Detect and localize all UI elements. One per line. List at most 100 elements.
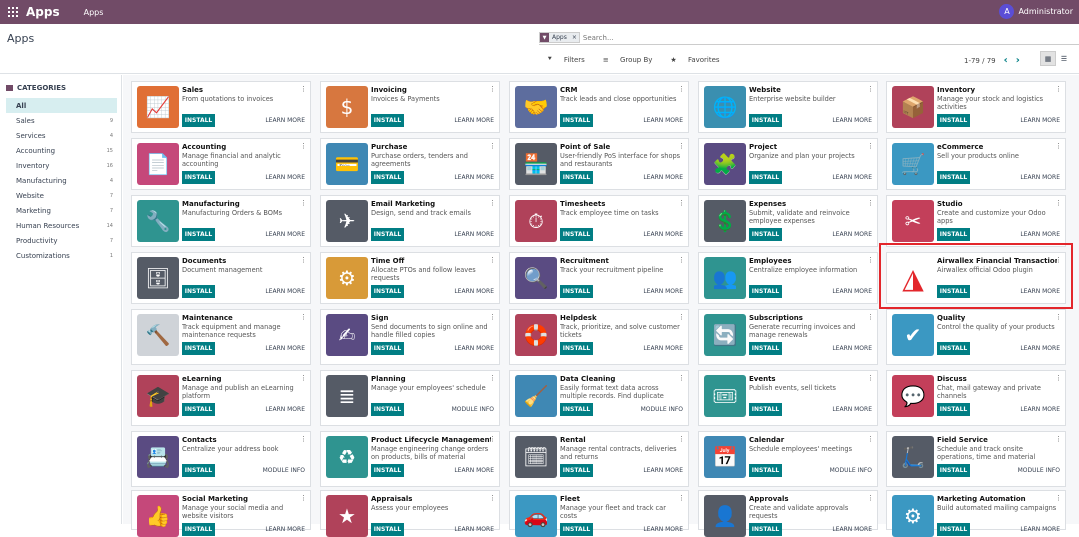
install-button[interactable]: INSTALL — [371, 171, 404, 184]
install-button[interactable]: INSTALL — [937, 114, 970, 127]
app-card[interactable]: 👍 Social Marketing Manage your social medi… — [131, 490, 311, 537]
category-item[interactable]: All — [6, 98, 117, 113]
install-button[interactable]: INSTALL — [560, 285, 593, 298]
install-button[interactable]: INSTALL — [749, 403, 782, 416]
kebab-menu-icon[interactable]: ⋮ — [1055, 374, 1062, 382]
learn-more-link[interactable]: MODULE INFO — [452, 406, 494, 413]
install-button[interactable]: INSTALL — [371, 285, 404, 298]
kebab-menu-icon[interactable]: ⋮ — [300, 435, 307, 443]
kebab-menu-icon[interactable]: ⋮ — [1055, 142, 1062, 150]
pager-previous-icon[interactable]: ‹ — [1004, 55, 1008, 66]
learn-more-link[interactable]: LEARN MORE — [1020, 345, 1060, 352]
learn-more-link[interactable]: LEARN MORE — [832, 345, 872, 352]
kanban-view-icon[interactable]: ▦ — [1040, 51, 1056, 66]
app-card[interactable]: 💲 Expenses Submit, validate and reinvoice … — [698, 195, 878, 247]
learn-more-link[interactable]: LEARN MORE — [643, 345, 683, 352]
kebab-menu-icon[interactable]: ⋮ — [867, 313, 874, 321]
learn-more-link[interactable]: LEARN MORE — [1020, 231, 1060, 238]
kebab-menu-icon[interactable]: ⋮ — [678, 435, 685, 443]
kebab-menu-icon[interactable]: ⋮ — [867, 85, 874, 93]
kebab-menu-icon[interactable]: ⋮ — [1055, 85, 1062, 93]
category-item[interactable]: Productivity 7 — [6, 233, 117, 248]
app-card[interactable]: ✍ Sign Send documents to sign online and h… — [320, 309, 500, 365]
app-card[interactable]: 🔄 Subscriptions Generate recurring invoice… — [698, 309, 878, 365]
category-item[interactable]: Customizations 1 — [6, 248, 117, 263]
pager-value[interactable]: 1-79 / 79 — [964, 57, 996, 65]
app-card[interactable]: 🧹 Data Cleaning Easily format text data ac… — [509, 370, 689, 426]
app-card[interactable]: 📇 Contacts Centralize your address book ⋮ IN… — [131, 431, 311, 487]
learn-more-link[interactable]: LEARN MORE — [643, 174, 683, 181]
category-item[interactable]: Manufacturing 4 — [6, 173, 117, 188]
kebab-menu-icon[interactable]: ⋮ — [678, 374, 685, 382]
learn-more-link[interactable]: LEARN MORE — [1020, 117, 1060, 124]
install-button[interactable]: INSTALL — [560, 114, 593, 127]
kebab-menu-icon[interactable]: ⋮ — [867, 142, 874, 150]
app-card[interactable]: ✂ Studio Create and customize your Odoo ap… — [886, 195, 1066, 247]
install-button[interactable]: INSTALL — [560, 342, 593, 355]
learn-more-link[interactable]: LEARN MORE — [643, 526, 683, 533]
favorites-button[interactable]: ★ Favorites — [670, 55, 728, 64]
learn-more-link[interactable]: LEARN MORE — [454, 231, 494, 238]
install-button[interactable]: INSTALL — [937, 342, 970, 355]
kebab-menu-icon[interactable]: ⋮ — [300, 142, 307, 150]
kebab-menu-icon[interactable]: ⋮ — [1055, 313, 1062, 321]
learn-more-link[interactable]: LEARN MORE — [832, 117, 872, 124]
app-card[interactable]: 🛟 Helpdesk Track, prioritize, and solve cu… — [509, 309, 689, 365]
learn-more-link[interactable]: LEARN MORE — [265, 288, 305, 295]
install-button[interactable]: INSTALL — [749, 342, 782, 355]
install-button[interactable]: INSTALL — [560, 228, 593, 241]
app-card[interactable]: 🤝 CRM Track leads and close opportunities ⋮… — [509, 81, 689, 133]
kebab-menu-icon[interactable]: ⋮ — [1055, 199, 1062, 207]
learn-more-link[interactable]: LEARN MORE — [265, 117, 305, 124]
install-button[interactable]: INSTALL — [749, 114, 782, 127]
kebab-menu-icon[interactable]: ⋮ — [300, 199, 307, 207]
install-button[interactable]: INSTALL — [182, 114, 215, 127]
kebab-menu-icon[interactable]: ⋮ — [678, 494, 685, 502]
remove-facet-icon[interactable]: × — [569, 33, 579, 42]
app-card[interactable]: 🔧 Manufacturing Manufacturing Orders & BOM… — [131, 195, 311, 247]
app-card[interactable]: ★ Appraisals Assess your employees ⋮ INSTALL… — [320, 490, 500, 537]
app-card[interactable]: 🔨 Maintenance Track equipment and manage m… — [131, 309, 311, 365]
install-button[interactable]: INSTALL — [937, 523, 970, 536]
user-menu[interactable]: A Administrator — [999, 4, 1073, 19]
kebab-menu-icon[interactable]: ⋮ — [1055, 435, 1062, 443]
app-card[interactable]: ◮ Airwallex Financial Transaction Airwalle… — [886, 252, 1066, 304]
category-item[interactable]: Marketing 7 — [6, 203, 117, 218]
kebab-menu-icon[interactable]: ⋮ — [489, 199, 496, 207]
kebab-menu-icon[interactable]: ⋮ — [489, 85, 496, 93]
category-item[interactable]: Sales 9 — [6, 113, 117, 128]
learn-more-link[interactable]: LEARN MORE — [643, 467, 683, 474]
brand-title[interactable]: Apps — [26, 5, 60, 19]
app-card[interactable]: 📄 Accounting Manage financial and analytic… — [131, 138, 311, 190]
app-card[interactable]: 🎓 eLearning Manage and publish an eLearnin… — [131, 370, 311, 426]
app-card[interactable]: 🛒 eCommerce Sell your products online ⋮ INST… — [886, 138, 1066, 190]
category-item[interactable]: Human Resources 14 — [6, 218, 117, 233]
app-card[interactable]: 📦 Inventory Manage your stock and logistic… — [886, 81, 1066, 133]
kebab-menu-icon[interactable]: ⋮ — [1055, 494, 1062, 502]
kebab-menu-icon[interactable]: ⋮ — [300, 85, 307, 93]
category-item[interactable]: Services 4 — [6, 128, 117, 143]
learn-more-link[interactable]: LEARN MORE — [1020, 288, 1060, 295]
install-button[interactable]: INSTALL — [937, 171, 970, 184]
install-button[interactable]: INSTALL — [749, 171, 782, 184]
kebab-menu-icon[interactable]: ⋮ — [678, 142, 685, 150]
app-card[interactable]: ♻Product Lifecycle Management (...Manage… — [320, 431, 500, 487]
kebab-menu-icon[interactable]: ⋮ — [867, 494, 874, 502]
install-button[interactable]: INSTALL — [371, 464, 404, 477]
category-item[interactable]: Accounting 15 — [6, 143, 117, 158]
kebab-menu-icon[interactable]: ⋮ — [867, 435, 874, 443]
app-card[interactable]: 🗓 Rental Manage rental contracts, deliveri… — [509, 431, 689, 487]
kebab-menu-icon[interactable]: ⋮ — [489, 256, 496, 264]
learn-more-link[interactable]: LEARN MORE — [454, 288, 494, 295]
app-card[interactable]: 📈 Sales From quotations to invoices ⋮ INSTAL… — [131, 81, 311, 133]
app-card[interactable]: ⚙ Time Off Allocate PTOs and follow leaves… — [320, 252, 500, 304]
learn-more-link[interactable]: LEARN MORE — [643, 231, 683, 238]
app-card[interactable]: 🔍 Recruitment Track your recruitment pipel… — [509, 252, 689, 304]
learn-more-link[interactable]: LEARN MORE — [832, 526, 872, 533]
install-button[interactable]: INSTALL — [749, 228, 782, 241]
kebab-menu-icon[interactable]: ⋮ — [867, 256, 874, 264]
install-button[interactable]: INSTALL — [749, 523, 782, 536]
app-card[interactable]: 🎟 Events Publish events, sell tickets ⋮ INST… — [698, 370, 878, 426]
app-card[interactable]: 📅 Calendar Schedule employees' meetings ⋮ IN… — [698, 431, 878, 487]
install-button[interactable]: INSTALL — [937, 403, 970, 416]
